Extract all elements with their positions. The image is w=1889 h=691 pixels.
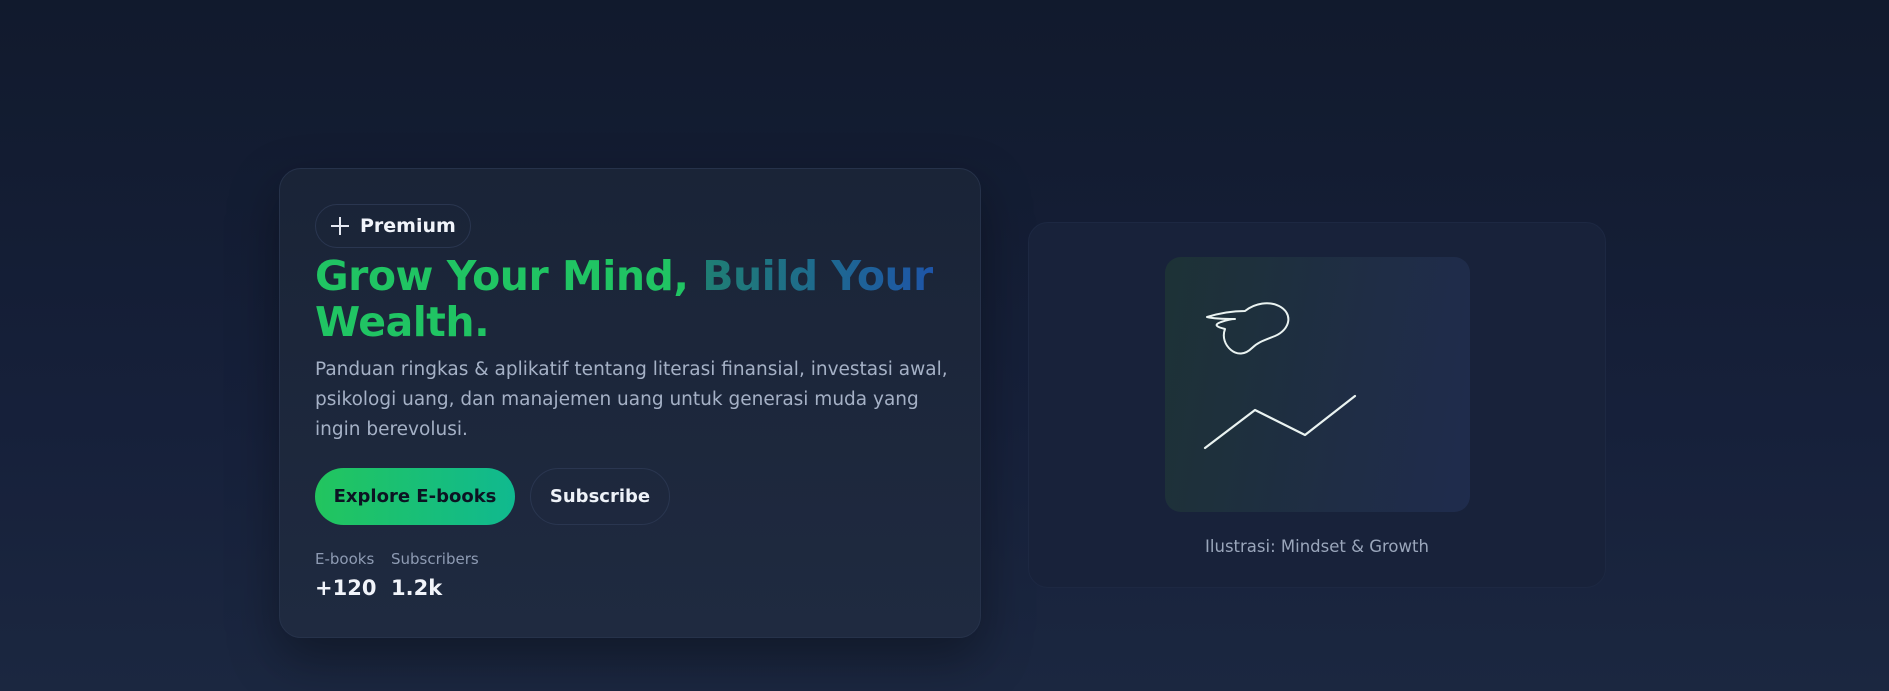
stat-label: Subscribers [391, 550, 479, 568]
stat-subscribers: Subscribers 1.2k [391, 549, 479, 604]
badge-label: Premium [360, 215, 456, 237]
stat-value: +120 [315, 576, 377, 600]
headline-part-1: Grow Your Mind, [315, 252, 689, 300]
plus-icon [330, 216, 350, 236]
illustration-caption: Ilustrasi: Mindset & Growth [1205, 537, 1429, 556]
hero-description: Panduan ringkas & aplikatif tentang lite… [315, 359, 948, 440]
subscribe-button[interactable]: Subscribe [530, 468, 670, 525]
illustration [1165, 257, 1470, 512]
premium-badge: Premium [315, 204, 471, 248]
illustration-card: Ilustrasi: Mindset & Growth [1028, 222, 1606, 588]
stat-value: 1.2k [391, 576, 443, 600]
explore-ebooks-button[interactable]: Explore E-books [315, 468, 515, 525]
headline-part-2: Build Your [702, 252, 933, 300]
stat-ebooks: E-books +120 [315, 549, 376, 604]
hero-card: Premium Grow Your Mind, Build Your Wealt… [279, 168, 981, 638]
brain-growth-icon [1203, 302, 1357, 450]
headline-part-3: Wealth. [315, 298, 490, 346]
hero-headline: Grow Your Mind, Build Your Wealth. [315, 253, 955, 345]
stat-label: E-books [315, 550, 375, 568]
